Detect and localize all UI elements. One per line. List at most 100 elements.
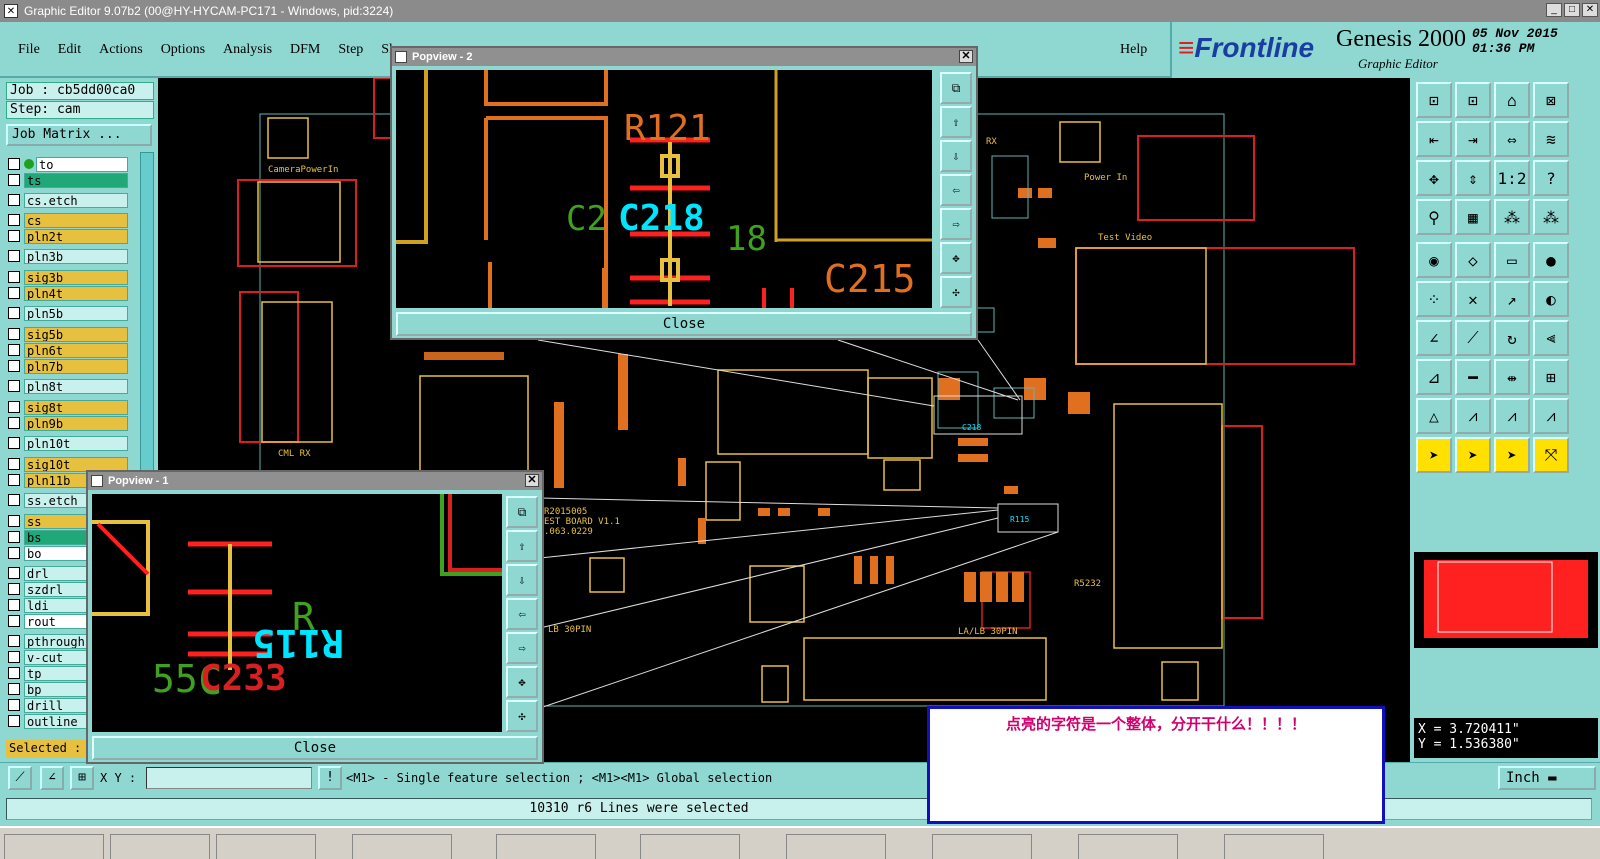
layer-name[interactable]: to [36,156,128,172]
layer-checkbox[interactable] [8,194,20,206]
select2-icon[interactable]: ➤ [1455,437,1491,473]
polygon-icon[interactable]: ⩘ [1455,398,1491,434]
popview-1-close-icon[interactable]: ✕ [525,474,539,487]
layer-name[interactable]: sig3b [24,269,128,285]
layer-row[interactable]: pln10t [8,435,128,451]
layer-name[interactable]: sig8t [24,399,128,415]
menu-step[interactable]: Step [338,42,363,58]
layer-name[interactable]: ts [24,172,128,188]
layer-row[interactable]: pln5b [8,305,128,321]
area-icon[interactable]: ⊿ [1416,359,1452,395]
route-icon[interactable]: ⤧ [1533,437,1569,473]
maximize-button[interactable]: □ [1564,3,1580,17]
zoom-in-icon[interactable]: ✥ [940,242,972,274]
taskbar-item[interactable] [640,834,740,859]
layer-row[interactable]: cs [8,212,128,228]
layers2-icon[interactable]: ⁂ [1533,199,1569,235]
layer-checkbox[interactable] [8,699,20,711]
layer-name[interactable]: pln4t [24,285,128,301]
layer-checkbox[interactable] [8,599,20,611]
layer-checkbox[interactable] [8,437,20,449]
pan-up-icon[interactable]: ⇧ [940,106,972,138]
popview-1-view[interactable]: R115 R 55 C C233 [92,494,502,732]
popview-2-close-button[interactable]: Close [396,312,972,336]
menu-edit[interactable]: Edit [58,42,81,58]
layer-name[interactable]: pln10t [24,435,128,451]
layer-checkbox[interactable] [8,635,20,647]
layer-checkbox[interactable] [8,328,20,340]
clear-icon[interactable]: ⊠ [1533,82,1569,118]
right-icon[interactable]: ⇥ [1455,121,1491,157]
arc-icon[interactable]: ⩘ [1494,398,1530,434]
sector-icon[interactable]: ⩘ [1533,398,1569,434]
vector-icon[interactable]: ↗ [1494,281,1530,317]
unit-selector[interactable]: Inch ▬ [1498,766,1596,790]
layer-row[interactable]: cs.etch [8,192,128,208]
layer-checkbox[interactable] [8,271,20,283]
layer-row[interactable]: to [8,156,128,172]
layer-checkbox[interactable] [8,174,20,186]
layer-checkbox[interactable] [8,583,20,595]
layer-name[interactable]: pln5b [24,305,128,321]
pan-icon[interactable]: ⇕ [1455,160,1491,196]
taskbar-item[interactable] [216,834,316,859]
menu-analysis[interactable]: Analysis [223,42,272,58]
taskbar-item[interactable] [4,834,104,859]
measure-icon[interactable]: ⟋ [8,766,32,790]
zoom-out-icon[interactable]: ✣ [506,700,538,732]
shape-icon[interactable]: ◇ [1455,242,1491,278]
layer-checkbox[interactable] [8,683,20,695]
layer-row[interactable]: pln6t [8,342,128,358]
taskbar-item[interactable] [496,834,596,859]
menu-options[interactable]: Options [161,42,205,58]
layer-name[interactable]: pln2t [24,228,128,244]
layer-checkbox[interactable] [8,344,20,356]
bar-icon[interactable]: ━ [1455,359,1491,395]
angle-icon[interactable]: ∠ [40,766,64,790]
taskbar-item[interactable] [110,834,210,859]
zoom-home-icon[interactable]: ⧉ [506,496,538,528]
layer-checkbox[interactable] [8,380,20,392]
net-icon[interactable]: ⁘ [1416,281,1452,317]
overview-map[interactable] [1414,552,1598,648]
wave-icon[interactable]: ≋ [1533,121,1569,157]
layer-checkbox[interactable] [8,515,20,527]
layer-checkbox[interactable] [8,307,20,319]
select3-icon[interactable]: ➤ [1494,437,1530,473]
grid-icon[interactable]: ⊞ [70,766,94,790]
pan-down-icon[interactable]: ⇩ [506,564,538,596]
open-icon[interactable]: ⊡ [1416,82,1452,118]
left-icon[interactable]: ⇤ [1416,121,1452,157]
taskbar-item[interactable] [1078,834,1178,859]
taskbar-item[interactable] [352,834,452,859]
layer-row[interactable]: sig3b [8,269,128,285]
zoom-home-icon[interactable]: ⧉ [940,72,972,104]
layer-checkbox[interactable] [8,401,20,413]
swap-icon[interactable]: ⇔ [1494,121,1530,157]
help-icon[interactable]: ? [1533,160,1569,196]
stretch-icon[interactable]: ⇹ [1494,359,1530,395]
layer-row[interactable]: pln3b [8,248,128,264]
layer-row[interactable]: sig5b [8,326,128,342]
layer-checkbox[interactable] [8,667,20,679]
layer-checkbox[interactable] [8,214,20,226]
snap-icon[interactable]: ◉ [1416,242,1452,278]
app-system-icon[interactable]: ✕ [4,4,18,18]
layer-name[interactable]: pln9b [24,415,128,431]
taskbar-item[interactable] [1224,834,1324,859]
layer-checkbox[interactable] [8,567,20,579]
layer-checkbox[interactable] [8,360,20,372]
layer-row[interactable]: pln4t [8,285,128,301]
layer-name[interactable]: pln7b [24,358,128,374]
taskbar-item[interactable] [786,834,886,859]
taskbar-item[interactable] [932,834,1032,859]
save-icon[interactable]: ⊡ [1455,82,1491,118]
layer-checkbox[interactable] [8,651,20,663]
layer-checkbox[interactable] [8,417,20,429]
zoom-out-icon[interactable]: ✣ [940,276,972,308]
job-matrix-button[interactable]: Job Matrix ... [6,124,152,146]
layer-name[interactable]: cs.etch [24,192,128,208]
circle-icon[interactable]: ◐ [1533,281,1569,317]
layer-checkbox[interactable] [8,250,20,262]
layer-row[interactable]: pln2t [8,228,128,244]
